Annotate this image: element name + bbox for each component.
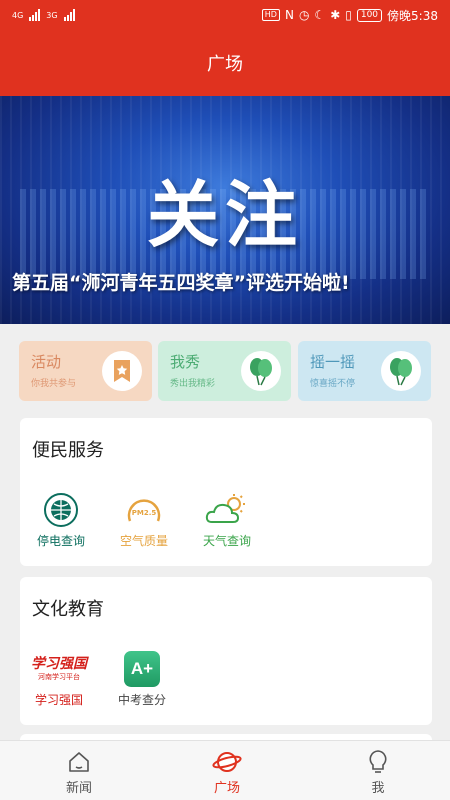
ribbon-star-icon xyxy=(102,351,142,391)
tab-label: 我 xyxy=(371,781,385,796)
exam-score-query[interactable]: A+ 中考查分 xyxy=(107,649,177,708)
moon-icon: ☾ xyxy=(314,8,326,22)
tab-me[interactable]: 我 xyxy=(338,747,418,796)
quick-card-shake[interactable]: 摇一摇 惊喜摇不停 xyxy=(298,341,431,401)
section-title: 便民服务 xyxy=(32,440,104,461)
service-label: 学习强国 xyxy=(34,693,83,707)
planet-icon xyxy=(187,747,267,777)
svg-text:PM2.5: PM2.5 xyxy=(132,509,157,517)
bottom-tab-bar: 新闻 广场 我 xyxy=(0,740,450,800)
score-icon: A+ xyxy=(119,649,165,689)
tab-label: 新闻 xyxy=(65,781,92,796)
service-label: 停电查询 xyxy=(36,534,85,548)
signal-4g-label: 4G xyxy=(12,10,24,20)
bluetooth-icon: ✱ xyxy=(330,8,341,22)
home-icon xyxy=(39,747,119,777)
signal-3g-label: 3G xyxy=(46,10,58,20)
nfc-icon: N xyxy=(284,8,294,22)
alarm-icon: ◷ xyxy=(298,8,310,22)
hd-icon: HD xyxy=(261,9,280,21)
xuexi-logo-subtext: 河南学习平台 xyxy=(38,673,80,681)
xuexi-qiangguo[interactable]: 学习强国 河南学习平台 学习强国 xyxy=(24,649,94,708)
signal-bars-icon xyxy=(63,9,75,21)
balloons-icon xyxy=(241,351,281,391)
signal-bars-icon xyxy=(29,9,41,21)
status-right: HD N ◷ ☾ ✱ ▯ 100 傍晚5:38 xyxy=(261,7,438,24)
signal-indicators: 4G 3G xyxy=(12,9,75,21)
status-bar: 4G 3G HD N ◷ ☾ ✱ ▯ 100 傍晚5:38 xyxy=(0,0,450,30)
service-label: 空气质量 xyxy=(119,534,168,548)
score-icon-text: A+ xyxy=(124,651,160,687)
xuexi-logo: 学习强国 河南学习平台 xyxy=(31,649,87,689)
xuexi-logo-text: 学习强国 xyxy=(31,656,87,672)
weather-query[interactable]: 天气查询 xyxy=(192,490,262,549)
weather-icon xyxy=(204,490,250,530)
vibrate-icon: ▯ xyxy=(345,8,352,22)
culture-section: 文化教育 学习强国 河南学习平台 学习强国 A+ 中考查分 xyxy=(20,577,432,725)
page-header: 广场 xyxy=(0,30,450,96)
air-quality-query[interactable]: PM2.5 空气质量 xyxy=(109,490,179,549)
page-title: 广场 xyxy=(207,54,243,75)
battery-icon: 100 xyxy=(356,8,383,22)
banner-headline: 关注 xyxy=(146,173,303,257)
service-label: 中考查分 xyxy=(117,693,166,707)
tab-square[interactable]: 广场 xyxy=(187,747,267,796)
quick-card-activity[interactable]: 活动 你我共参与 xyxy=(19,341,152,401)
banner-caption[interactable]: 第五届“浉河青年五四奖章”评选开始啦! xyxy=(12,268,350,295)
section-title: 文化教育 xyxy=(32,599,104,620)
services-section: 便民服务 停电查询 PM2.5 空气质量 天气查询 xyxy=(20,418,432,566)
power-outage-query[interactable]: 停电查询 xyxy=(26,490,96,549)
quick-card-show[interactable]: 我秀 秀出我精彩 xyxy=(158,341,291,401)
pm25-icon: PM2.5 xyxy=(121,490,167,530)
state-grid-icon xyxy=(38,490,84,530)
clock-time: 傍晚5:38 xyxy=(387,8,438,23)
balloons-icon xyxy=(381,351,421,391)
tab-news[interactable]: 新闻 xyxy=(39,747,119,796)
bulb-icon xyxy=(338,747,418,777)
tab-label: 广场 xyxy=(213,781,240,796)
service-label: 天气查询 xyxy=(202,534,251,548)
